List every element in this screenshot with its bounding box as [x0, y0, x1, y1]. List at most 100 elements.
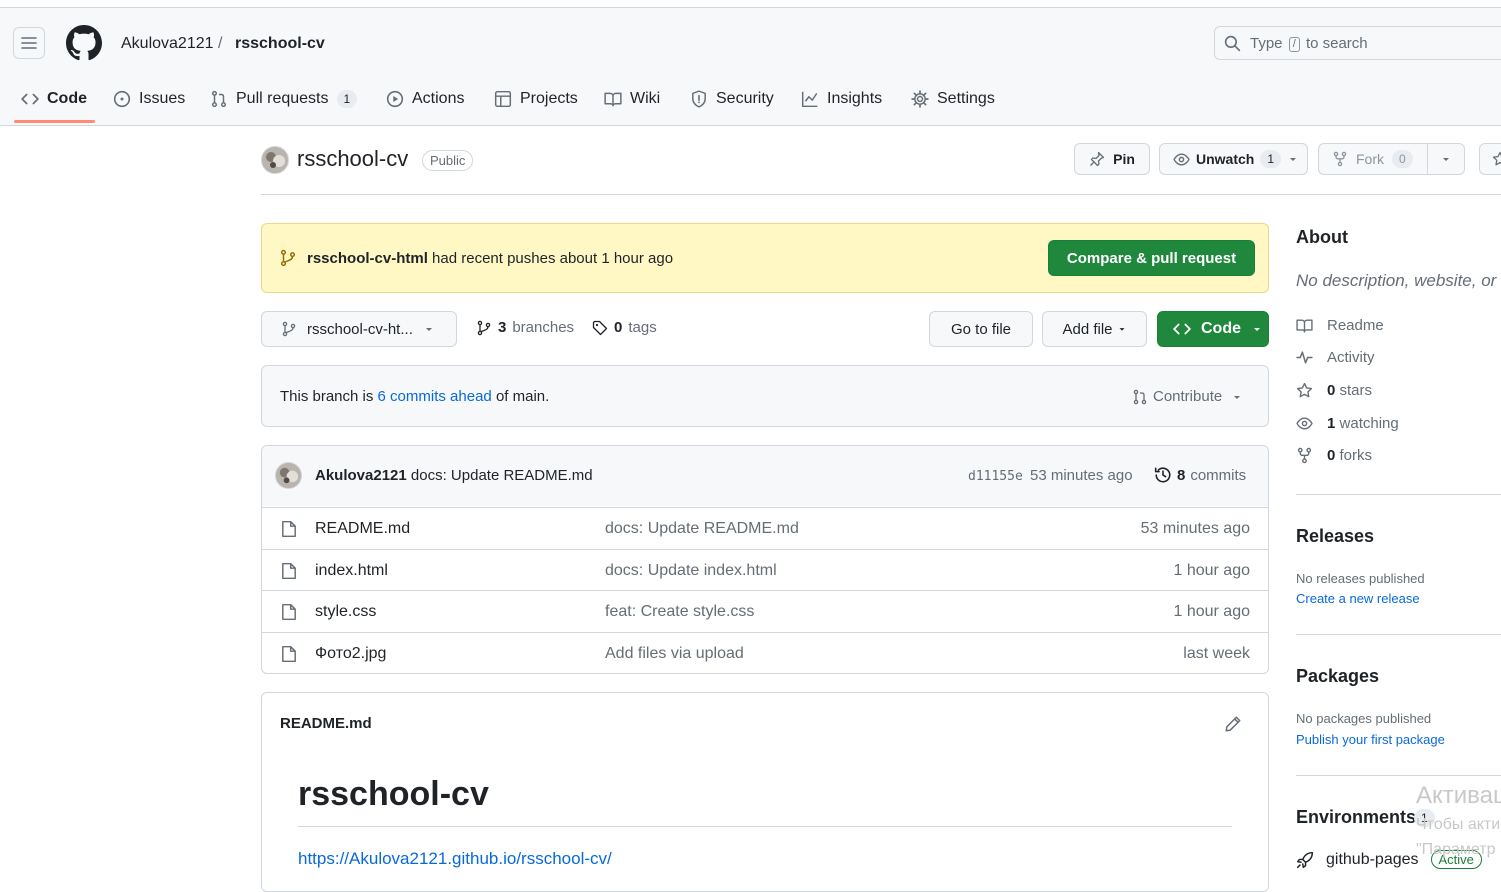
fork-icon: [1333, 151, 1347, 167]
tab-code[interactable]: Code: [21, 88, 87, 110]
unwatch-button[interactable]: Unwatch 1: [1159, 143, 1308, 175]
file-commit-time: 53 minutes ago: [1140, 520, 1250, 537]
search-shortcut-key: /: [1288, 37, 1300, 52]
commit-author-name[interactable]: Akulova2121: [315, 467, 407, 484]
file-name[interactable]: README.md: [315, 520, 410, 538]
add-file-label: Add file: [1062, 320, 1113, 338]
watch-count-badge: 1: [1260, 150, 1282, 168]
file-row[interactable]: index.html docs: Update index.html 1 hou…: [261, 549, 1269, 591]
repo-name[interactable]: rsschool-cv: [297, 146, 408, 172]
tags-count: 0: [614, 319, 623, 336]
play-icon: [386, 90, 404, 108]
tab-label: Insights: [827, 90, 883, 107]
file-name[interactable]: style.css: [315, 603, 376, 621]
tab-security[interactable]: Security: [690, 88, 774, 110]
contribute-button[interactable]: Contribute: [1132, 388, 1243, 405]
tab-insights[interactable]: Insights: [801, 88, 882, 110]
history-icon: [1154, 467, 1171, 483]
tab-pull-requests[interactable]: Pull requests 1: [210, 88, 358, 110]
tags-link[interactable]: 0 tags: [592, 319, 657, 336]
file-commit-time: last week: [1183, 645, 1250, 662]
environments-heading[interactable]: Environments: [1296, 807, 1416, 828]
about-activity-link[interactable]: Activity: [1296, 347, 1375, 367]
create-release-link[interactable]: Create a new release: [1296, 591, 1420, 606]
file-row[interactable]: README.md docs: Update README.md 53 minu…: [261, 507, 1269, 549]
file-icon: [282, 562, 296, 580]
file-commit-message[interactable]: feat: Create style.css: [605, 603, 754, 621]
pull-requests-count-badge: 1: [336, 90, 358, 108]
fork-label: Fork: [1356, 151, 1384, 167]
readme-filename[interactable]: README.md: [280, 715, 372, 732]
tab-label: Pull requests: [236, 90, 329, 107]
commit-message[interactable]: docs: Update README.md: [411, 467, 593, 484]
file-commit-message[interactable]: docs: Update index.html: [605, 562, 777, 580]
pencil-icon[interactable]: [1224, 715, 1242, 733]
readme-pages-link[interactable]: https://Akulova2121.github.io/rsschool-c…: [298, 849, 612, 869]
file-row[interactable]: style.css feat: Create style.css 1 hour …: [261, 590, 1269, 632]
tab-label: Security: [716, 90, 774, 107]
pull-request-icon: [211, 90, 227, 108]
search-input[interactable]: Type / to search: [1214, 26, 1501, 60]
about-forks-link[interactable]: 0 forks: [1296, 445, 1372, 465]
menu-button[interactable]: [13, 27, 45, 59]
file-commit-message[interactable]: docs: Update README.md: [605, 520, 799, 538]
commits-history-link[interactable]: 8 commits: [1154, 466, 1246, 484]
releases-heading[interactable]: Releases: [1296, 526, 1374, 547]
commits-label: commits: [1190, 466, 1247, 484]
pin-button[interactable]: Pin: [1074, 143, 1150, 175]
go-to-file-button[interactable]: Go to file: [929, 311, 1033, 347]
file-name[interactable]: Фото2.jpg: [315, 645, 386, 663]
branch-select-button[interactable]: rsschool-cv-ht...: [261, 311, 457, 347]
tab-issues[interactable]: Issues: [113, 88, 185, 110]
recent-push-banner: rsschool-cv-html had recent pushes about…: [261, 223, 1269, 293]
commit-sha[interactable]: d11155e: [968, 469, 1023, 484]
about-readme-link[interactable]: Readme: [1296, 315, 1384, 335]
search-suffix: to search: [1305, 35, 1368, 52]
tab-wiki[interactable]: Wiki: [604, 88, 660, 110]
caret-down-icon: [1234, 395, 1241, 399]
tab-projects[interactable]: Projects: [494, 88, 578, 110]
sidebar-divider: [1296, 494, 1501, 495]
banner-branch-name[interactable]: rsschool-cv-html: [307, 250, 428, 267]
issue-icon: [113, 90, 131, 108]
star-icon: [1296, 382, 1313, 397]
file-commit-message[interactable]: Add files via upload: [605, 645, 744, 663]
code-dropdown-button[interactable]: Code: [1157, 311, 1269, 347]
branches-link[interactable]: 3 branches: [476, 319, 574, 336]
packages-heading[interactable]: Packages: [1296, 666, 1379, 687]
about-stars-link[interactable]: 0 stars: [1296, 380, 1372, 400]
tab-actions[interactable]: Actions: [386, 88, 464, 110]
file-icon: [282, 520, 296, 538]
commits-ahead-link[interactable]: 6 commits ahead: [378, 388, 492, 405]
branch-icon: [477, 320, 491, 335]
pull-request-icon: [1133, 389, 1147, 404]
commit-author-avatar[interactable]: [275, 462, 302, 489]
breadcrumb-owner[interactable]: Akulova2121: [121, 35, 214, 53]
breadcrumb-separator: /: [218, 35, 223, 52]
watching-label: watching: [1339, 414, 1399, 432]
compare-pull-request-button[interactable]: Compare & pull request: [1048, 240, 1255, 276]
file-commit-time: 1 hour ago: [1173, 603, 1250, 620]
gear-icon: [911, 90, 929, 108]
visibility-badge: Public: [422, 150, 474, 171]
tab-label: Projects: [520, 90, 578, 107]
about-description: No description, website, or: [1296, 271, 1497, 290]
ahead-prefix: This branch is: [280, 388, 374, 405]
banner-message: had recent pushes about 1 hour ago: [432, 250, 674, 267]
search-placeholder: Type / to search: [1250, 35, 1368, 52]
tab-label: Issues: [139, 90, 186, 107]
file-commit-time: 1 hour ago: [1173, 562, 1250, 579]
star-button[interactable]: [1479, 143, 1501, 175]
file-row[interactable]: Фото2.jpg Add files via upload last week: [261, 632, 1269, 674]
add-file-button[interactable]: Add file: [1042, 311, 1147, 347]
owner-avatar[interactable]: [261, 146, 289, 174]
fork-button[interactable]: Fork 0: [1318, 143, 1465, 175]
code-button-label: Code: [1201, 320, 1241, 337]
github-logo-icon[interactable]: [66, 25, 102, 61]
tab-settings[interactable]: Settings: [911, 88, 995, 110]
about-watching-link[interactable]: 1 watching: [1296, 413, 1399, 433]
file-name[interactable]: index.html: [315, 562, 388, 580]
breadcrumb-repo[interactable]: rsschool-cv: [235, 35, 325, 53]
about-forks-text: 0 forks: [1327, 447, 1372, 464]
publish-package-link[interactable]: Publish your first package: [1296, 732, 1445, 747]
